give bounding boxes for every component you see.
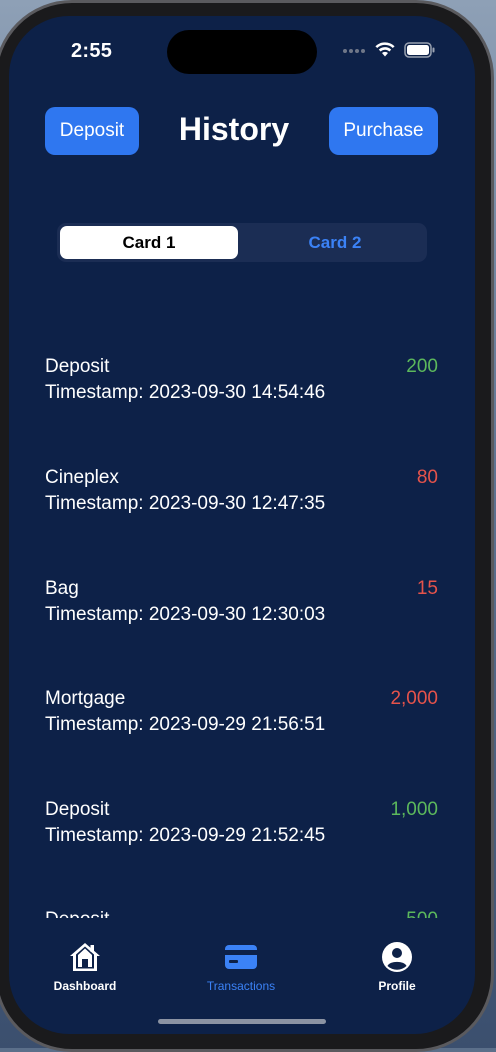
app-screen: 2:55 Deposit History Purchase Card 1 Car… [9, 16, 475, 1034]
transaction-timestamp: Timestamp: 2023-09-30 12:47:35 [45, 493, 326, 514]
transaction-amount: 15 [416, 578, 438, 599]
transaction-name: Mortgage [45, 688, 126, 709]
card-2-tab[interactable]: Card 2 [246, 226, 424, 259]
transaction-name: Cineplex [45, 467, 119, 488]
transaction-list[interactable]: Deposit Timestamp: 2023-09-30 14:54:46 2… [9, 346, 475, 918]
dynamic-island [167, 30, 317, 74]
transaction-name: Deposit [45, 799, 110, 820]
battery-icon [404, 42, 435, 58]
transaction-amount: 1,000 [390, 799, 438, 820]
transaction-row[interactable]: Bag Timestamp: 2023-09-30 12:30:03 15 [45, 578, 438, 638]
credit-card-icon [225, 945, 257, 969]
transaction-row[interactable]: Deposit Timestamp: 2023-09-29 21:52:45 1… [45, 799, 438, 859]
card-1-tab[interactable]: Card 1 [60, 226, 238, 259]
wifi-icon [375, 42, 395, 57]
purchase-button[interactable]: Purchase [329, 107, 438, 155]
transaction-row[interactable]: Deposit Timestamp: 2023-09-30 14:54:46 2… [45, 356, 438, 416]
tab-profile[interactable]: Profile [337, 940, 457, 993]
transaction-timestamp: Timestamp: 2023-09-30 14:54:46 [45, 382, 326, 403]
transaction-timestamp: Timestamp: 2023-09-29 21:52:45 [45, 825, 326, 846]
transaction-timestamp: Timestamp: 2023-09-29 21:56:51 [45, 714, 326, 735]
transaction-row[interactable]: Cineplex Timestamp: 2023-09-30 12:47:35 … [45, 467, 438, 527]
transaction-row[interactable]: Mortgage Timestamp: 2023-09-29 21:56:51 … [45, 688, 438, 748]
cellular-signal-icon [343, 49, 365, 53]
tab-dashboard[interactable]: Dashboard [25, 940, 145, 993]
house-icon [70, 943, 100, 971]
transaction-amount: 500 [406, 909, 438, 918]
transaction-name: Bag [45, 578, 79, 599]
home-indicator[interactable] [158, 1019, 326, 1024]
tab-transactions-label: Transactions [206, 979, 276, 993]
transaction-row[interactable]: Deposit 500 [45, 909, 438, 918]
transaction-amount: 2,000 [390, 688, 438, 709]
person-circle-icon [382, 942, 412, 972]
tab-transactions[interactable]: Transactions [181, 940, 301, 993]
tab-profile-label: Profile [378, 979, 416, 993]
transaction-amount: 80 [416, 467, 438, 488]
transaction-timestamp: Timestamp: 2023-09-30 12:30:03 [45, 604, 326, 625]
page-title: History [178, 111, 290, 147]
status-time: 2:55 [71, 40, 113, 62]
transaction-amount: 200 [406, 356, 438, 377]
transaction-name: Deposit [45, 909, 109, 918]
tab-dashboard-label: Dashboard [53, 979, 117, 993]
transaction-name: Deposit [45, 356, 110, 377]
deposit-button[interactable]: Deposit [45, 107, 139, 155]
card-segmented-control: Card 1 Card 2 [57, 223, 427, 262]
